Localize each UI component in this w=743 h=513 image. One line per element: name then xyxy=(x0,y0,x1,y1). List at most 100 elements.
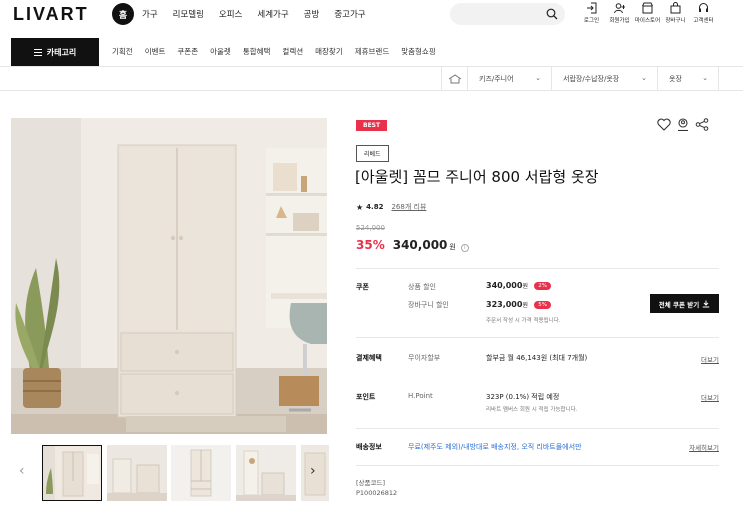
chevron-down-icon: ⌄ xyxy=(702,74,708,82)
thumbnail-2[interactable] xyxy=(107,445,167,501)
subnav-item-outlet[interactable]: 아울렛 xyxy=(210,46,231,57)
original-price: 524,000 xyxy=(356,224,385,232)
price-row: 35% 340,000 원 i xyxy=(356,238,469,252)
subnav-item-store-finder[interactable]: 매장찾기 xyxy=(315,46,343,57)
cart-icon xyxy=(670,2,681,14)
heart-icon[interactable] xyxy=(657,118,671,133)
coupon-label: 쿠폰 xyxy=(356,283,369,291)
subnav-item-benefits[interactable]: 통합혜택 xyxy=(243,46,271,57)
product-main-image[interactable] xyxy=(11,118,327,434)
download-icon xyxy=(703,300,710,307)
login-icon xyxy=(587,2,597,14)
thumbnail-image xyxy=(107,445,167,501)
headset-icon xyxy=(699,3,708,12)
coupon-pct-badge: 5% xyxy=(534,301,551,309)
installment-label: 무이자할부 xyxy=(408,354,441,362)
util-label: 마이스토어 xyxy=(634,18,661,24)
breadcrumb-storage[interactable]: 서랍장/수납장/옷장 ⌄ xyxy=(551,67,657,91)
subnav-item-collection[interactable]: 컬렉션 xyxy=(282,46,303,57)
subnav-item-coupon-zone[interactable]: 쿠폰존 xyxy=(177,46,198,57)
product-code-value: P100026812 xyxy=(356,489,398,497)
currency-label: 원 xyxy=(522,283,528,290)
subnav-item-custom-shopping[interactable]: 맞춤형쇼핑 xyxy=(401,46,436,57)
get-all-coupons-button[interactable]: 전체 쿠폰 받기 xyxy=(650,294,719,313)
currency-label: 원 xyxy=(522,302,528,309)
coupon-price: 340,000 xyxy=(486,281,523,290)
util-signup[interactable]: 회원가입 xyxy=(606,2,633,24)
subnav-item-exhibition[interactable]: 기획전 xyxy=(112,46,133,57)
discount-rate: 35% xyxy=(356,238,385,252)
chevron-down-icon: ⌄ xyxy=(535,74,541,82)
store-icon xyxy=(642,2,653,14)
nav-home[interactable]: 홈 xyxy=(112,3,134,25)
coupon-note: 주문서 작성 시 가격 적용됩니다. xyxy=(486,318,561,324)
thumbnail-image xyxy=(43,446,101,500)
thumbnail-4[interactable] xyxy=(236,445,296,501)
nav-item-furniture[interactable]: 가구 xyxy=(142,8,158,20)
chevron-down-icon: ⌄ xyxy=(641,74,647,82)
installment-value: 할부금 월 46,143원 (최대 7개월) xyxy=(486,354,588,362)
coupon-product-discount-label: 상품 할인 xyxy=(408,283,436,291)
search-icon[interactable] xyxy=(546,8,558,20)
info-icon[interactable]: i xyxy=(460,244,469,252)
nav-item-world-furniture[interactable]: 세계가구 xyxy=(257,8,288,20)
share-icon[interactable] xyxy=(695,118,709,133)
category-button[interactable]: 카테고리 xyxy=(11,38,99,66)
divider xyxy=(356,465,719,466)
breadcrumb-wardrobe[interactable]: 옷장 ⌄ xyxy=(657,67,719,91)
thumbnail-1[interactable] xyxy=(42,445,102,501)
util-label: 장바구니 xyxy=(665,18,686,24)
thumbnail-3[interactable] xyxy=(171,445,231,501)
home-icon xyxy=(448,74,461,84)
thumbnail-strip: ‹ › xyxy=(11,443,331,501)
product-code: [상품코드] P100026812 xyxy=(356,478,397,498)
breadcrumb-home[interactable] xyxy=(441,67,467,91)
sub-nav: 기획전 이벤트 쿠폰존 아울렛 통합혜택 컬렉션 매장찾기 제휴브랜드 맞춤형쇼… xyxy=(112,46,448,57)
thumbnail-image xyxy=(171,445,231,501)
point-more-link[interactable]: 더보기 xyxy=(701,392,719,402)
menu-icon xyxy=(33,48,42,56)
util-my-store[interactable]: 마이스토어 xyxy=(634,2,661,24)
product-photo xyxy=(11,118,327,434)
util-label: 고객센터 xyxy=(693,18,714,24)
nav-item-workshop[interactable]: 공방 xyxy=(304,8,320,20)
util-label: 로그인 xyxy=(583,18,600,24)
divider xyxy=(356,268,719,269)
logo[interactable]: LIVART xyxy=(13,4,89,25)
nav-item-used-furniture[interactable]: 중고가구 xyxy=(334,8,365,20)
payment-benefit-label: 결제혜택 xyxy=(356,354,382,362)
sale-price: 340,000 xyxy=(392,238,448,252)
thumbnail-image xyxy=(236,445,296,501)
breadcrumb-label: 키즈/주니어 xyxy=(479,75,514,83)
shipping-detail-link[interactable]: 자세히보기 xyxy=(689,442,719,452)
brand-tag[interactable]: 리베드 xyxy=(356,145,389,162)
util-cart[interactable]: 장바구니 xyxy=(662,2,689,24)
subnav-item-event[interactable]: 이벤트 xyxy=(145,46,166,57)
nav-item-remodeling[interactable]: 리모델링 xyxy=(173,8,204,20)
coupon-cart-discount-value: 323,000원 5% xyxy=(486,300,551,309)
util-login[interactable]: 로그인 xyxy=(578,2,605,24)
breadcrumb-kids[interactable]: 키즈/주니어 ⌄ xyxy=(467,67,551,91)
util-customer-center[interactable]: 고객센터 xyxy=(690,2,717,24)
chevron-left-icon[interactable]: ‹ xyxy=(19,463,25,479)
coupon-pct-badge: 2% xyxy=(534,282,551,290)
utility-nav: 로그인 회원가입 마이스토어 장바구니 고객센터 xyxy=(578,2,717,24)
util-label: 회원가입 xyxy=(609,18,630,24)
star-icon: ★ xyxy=(356,202,364,212)
currency-label: 원 xyxy=(449,243,456,251)
point-label: 포인트 xyxy=(356,393,376,401)
chevron-right-icon[interactable]: › xyxy=(310,463,316,479)
divider xyxy=(356,428,719,429)
breadcrumb: 키즈/주니어 ⌄ 서랍장/수납장/옷장 ⌄ 옷장 ⌄ xyxy=(0,66,743,91)
top-header: LIVART 홈 가구 리모델링 오피스 세계가구 공방 중고가구 로그인 회원… xyxy=(0,0,743,30)
category-bar: 카테고리 기획전 이벤트 쿠폰존 아울렛 통합혜택 컬렉션 매장찾기 제휴브랜드… xyxy=(0,38,743,66)
signup-icon xyxy=(614,3,625,14)
nav-item-office[interactable]: 오피스 xyxy=(219,8,242,20)
benefit-more-link[interactable]: 더보기 xyxy=(701,354,719,364)
review-count-link[interactable]: 268개 리뷰 xyxy=(391,202,426,212)
search-input[interactable] xyxy=(450,3,565,25)
rating-row: ★ 4.82 268개 리뷰 xyxy=(356,202,426,212)
user-like-icon[interactable] xyxy=(676,118,690,133)
subnav-item-partner-brands[interactable]: 제휴브랜드 xyxy=(355,46,390,57)
product-title: [아울렛] 꼼므 주니어 800 서랍형 옷장 xyxy=(355,168,599,186)
